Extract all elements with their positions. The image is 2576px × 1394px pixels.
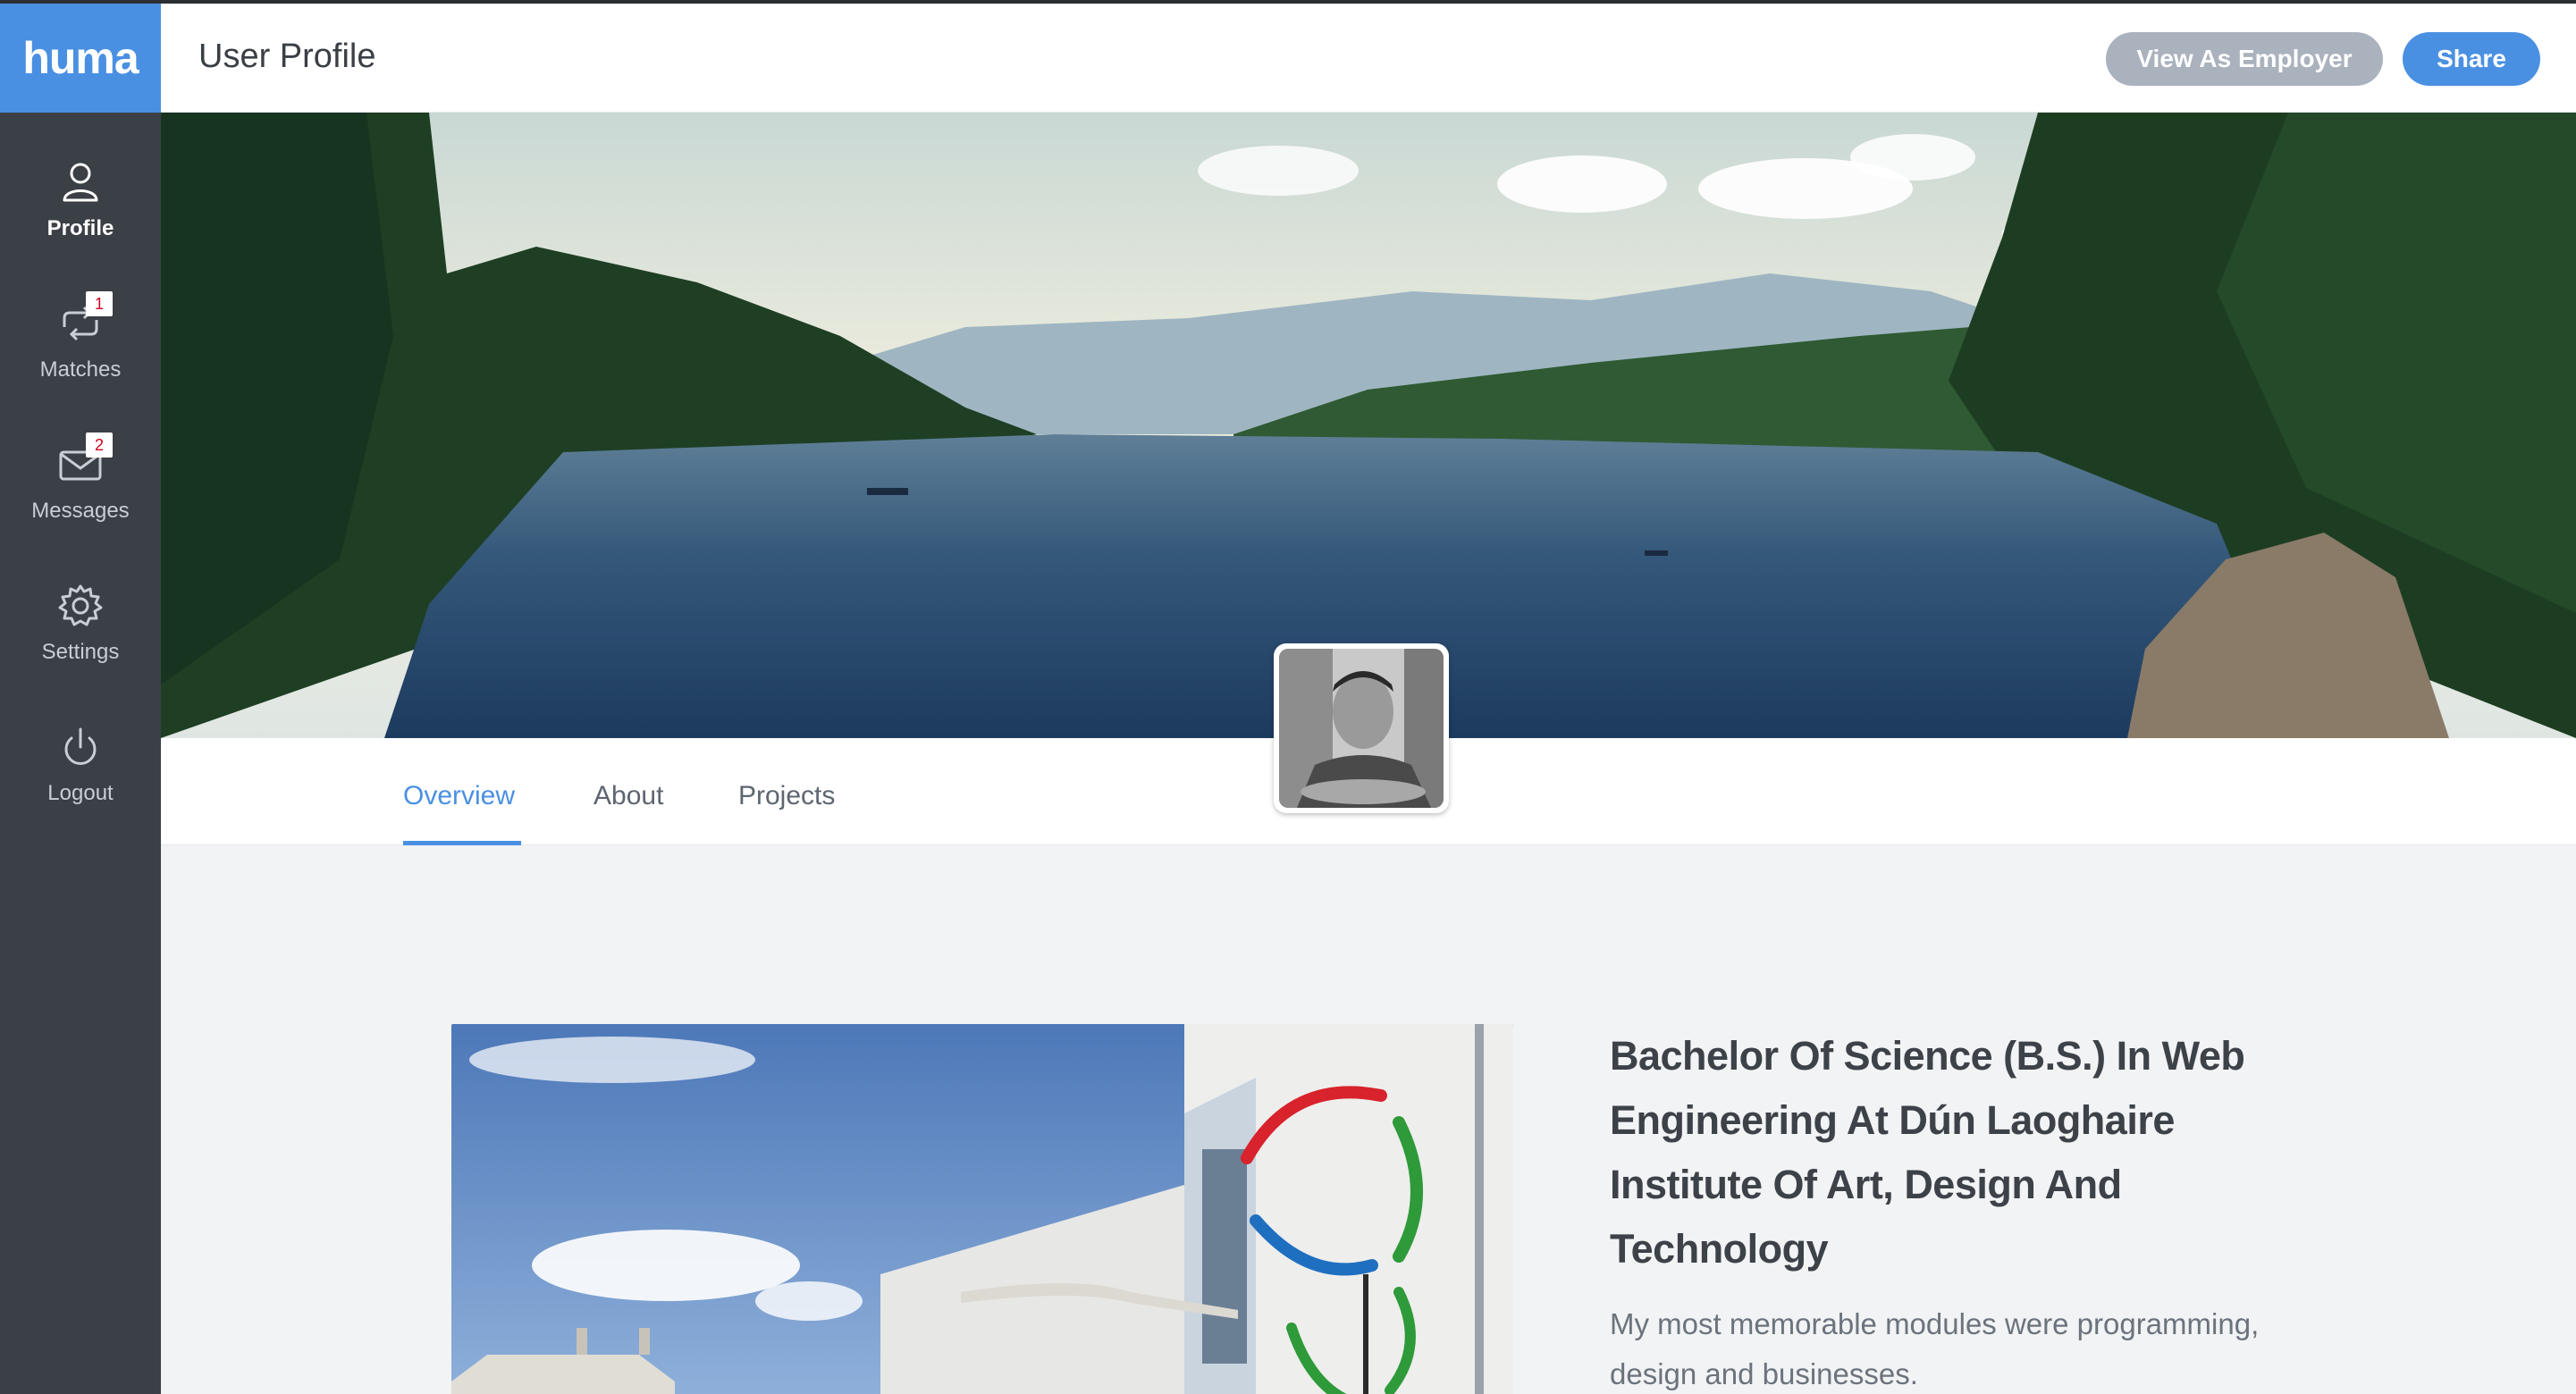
sidebar-item-label: Messages bbox=[31, 499, 130, 523]
education-title: Bachelor Of Science (B.S.) In Web Engine… bbox=[1610, 1033, 2245, 1272]
page-title: User Profile bbox=[198, 38, 376, 75]
huma-logo[interactable]: huma bbox=[0, 4, 161, 113]
sidebar-item-logout[interactable]: Logout bbox=[0, 702, 161, 836]
avatar-photo bbox=[1279, 649, 1444, 808]
matches-badge: 1 bbox=[86, 291, 113, 316]
tab-about[interactable]: About bbox=[593, 781, 663, 811]
sidebar-item-profile[interactable]: Profile bbox=[0, 138, 161, 272]
share-button[interactable]: Share bbox=[2403, 32, 2540, 86]
sidebar-item-label: Logout bbox=[47, 781, 114, 805]
matches-icon: 1 bbox=[54, 291, 113, 350]
view-as-employer-button[interactable]: View As Employer bbox=[2106, 32, 2383, 86]
power-icon bbox=[54, 720, 107, 774]
gear-icon bbox=[54, 579, 107, 633]
envelope-icon: 2 bbox=[54, 432, 113, 491]
tab-overview[interactable]: Overview bbox=[403, 781, 515, 811]
sidebar-item-label: Profile bbox=[46, 216, 114, 240]
sidebar-item-label: Settings bbox=[41, 640, 120, 664]
education-description: My most memorable modules were programmi… bbox=[1610, 1307, 2260, 1390]
sidebar-item-messages[interactable]: 2 Messages bbox=[0, 420, 161, 554]
sidebar: huma Profile 1 Matches 2 Messages Settin… bbox=[0, 4, 161, 1394]
messages-badge: 2 bbox=[86, 432, 113, 458]
sidebar-item-matches[interactable]: 1 Matches bbox=[0, 279, 161, 413]
user-icon bbox=[54, 155, 107, 209]
top-header: User Profile View As Employer Share bbox=[161, 4, 2576, 113]
sidebar-item-settings[interactable]: Settings bbox=[0, 561, 161, 695]
profile-avatar[interactable] bbox=[1274, 643, 1449, 813]
tab-projects[interactable]: Projects bbox=[738, 781, 835, 811]
overview-content: Bachelor Of Science (B.S.) In Web Engine… bbox=[161, 845, 2576, 1394]
sidebar-item-label: Matches bbox=[39, 357, 122, 382]
education-photo bbox=[451, 1024, 1513, 1394]
